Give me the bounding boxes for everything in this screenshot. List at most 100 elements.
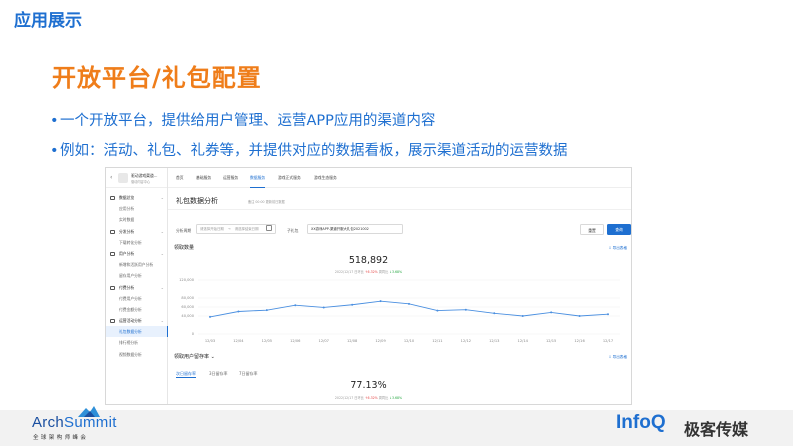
sidebar-item[interactable]: 排行榜分析 — [106, 337, 168, 348]
data-point[interactable] — [578, 315, 581, 317]
page-note: 备注 00:00 更新前日数据 — [248, 200, 285, 204]
section1-title: 领取数量 — [174, 245, 195, 251]
data-point[interactable] — [436, 309, 439, 312]
sidebar-item-label: 数据总览 — [119, 195, 135, 200]
reset-button[interactable]: 重置 — [580, 224, 604, 235]
sidebar-item-label: 应用分析 — [119, 206, 135, 212]
y-tick-label: 40,000 — [181, 314, 194, 318]
x-tick-label: 12/13 — [489, 339, 499, 343]
top-tab-bar: 首页 基础服务 运营服务 数据服务 游戏正式服务 游戏生态服务 — [168, 168, 631, 188]
back-chevron-icon[interactable]: ‹ — [110, 174, 112, 181]
chevron-down-icon: ⌄ — [160, 318, 164, 324]
gift-select[interactable]: XX游戏APP-渠道开服大礼包2021002 — [307, 224, 403, 234]
app-logo — [118, 173, 128, 183]
gift-count-value: 518,892 — [348, 255, 389, 266]
sidebar-item-label: 留存用户分析 — [119, 273, 142, 279]
data-point[interactable] — [237, 310, 240, 313]
tab-7day-retention[interactable]: 7日留存率 — [239, 371, 258, 377]
menu-group-icon — [110, 285, 115, 290]
sidebar-item-label: 排行榜分析 — [119, 340, 138, 346]
sidebar-item-label: 付费金额分析 — [119, 306, 142, 312]
range-separator: → — [227, 227, 231, 231]
headline: 开放平台/礼包配置 — [52, 64, 262, 92]
compare-date-2: 2022/12/17 — [334, 396, 354, 400]
data-point[interactable] — [265, 309, 268, 312]
sidebar-item-label: 礼包数据分析 — [119, 329, 142, 335]
wow-value-1: 3.68% — [391, 270, 403, 274]
sidebar-item[interactable]: 礼包数据分析 — [106, 326, 168, 338]
footer-bar — [0, 410, 793, 446]
x-tick-label: 12/15 — [546, 339, 556, 343]
section2-title: 领取用户留存率 ⌄ — [174, 353, 215, 360]
sidebar-group[interactable]: 付费分析 ⌄ — [106, 282, 168, 293]
tab-2[interactable]: 运营服务 — [223, 168, 238, 188]
infoq-logo: InfoQ — [616, 412, 666, 433]
data-point[interactable] — [521, 315, 524, 317]
export-label-2: 导出表格 — [612, 355, 627, 359]
sidebar-group[interactable]: 运营活动分析 ⌄ — [106, 315, 168, 326]
compare-date-1: 2022/12/17 — [334, 270, 354, 274]
wow-label-1: 周同比 — [378, 270, 389, 274]
sidebar-item[interactable]: 下载转化分析 — [106, 237, 168, 248]
calendar-icon[interactable] — [266, 225, 272, 231]
arch-prefix: Arch — [32, 414, 65, 431]
mountain-icon — [78, 406, 100, 417]
sidebar-item[interactable]: 付费金额分析 — [106, 304, 168, 315]
gift-count-compare: 2022/12/17 日环比 ↑6.32% 周同比 ↓3.68% — [106, 269, 631, 274]
tab-next-day-retention[interactable]: 次日留存率 — [176, 371, 196, 378]
export-button-1[interactable]: ⇩ 导出表格 — [608, 246, 627, 251]
x-tick-label: 12/16 — [574, 339, 585, 343]
sidebar-item-label: 实时数据 — [119, 217, 135, 223]
tab-3[interactable]: 数据服务 — [250, 168, 266, 188]
divider — [168, 209, 631, 210]
data-point[interactable] — [493, 312, 496, 315]
gift-label: 子礼包 — [287, 228, 299, 233]
x-tick-label: 12/12 — [461, 339, 471, 343]
dod-label-1: 日环比 — [354, 270, 364, 274]
data-point[interactable] — [379, 300, 382, 303]
menu-group-icon — [110, 319, 115, 324]
tab-3day-retention[interactable]: 3日留存率 — [209, 371, 228, 377]
geek-media-logo: 极客传媒 — [684, 420, 749, 439]
dod-label-2: 日环比 — [354, 396, 364, 400]
tab-1[interactable]: 基础服务 — [196, 168, 211, 188]
x-tick-label: 12/07 — [319, 339, 329, 343]
y-tick-label: 60,000 — [181, 305, 194, 309]
menu-group-icon — [110, 196, 115, 200]
wow-label-2: 周同比 — [378, 396, 389, 400]
tab-5[interactable]: 游戏生态服务 — [314, 168, 337, 188]
tab-0[interactable]: 首页 — [176, 168, 184, 188]
sidebar-item[interactable]: 视频数据分析 — [106, 349, 168, 360]
x-tick-label: 12/06 — [290, 339, 301, 343]
chevron-down-icon: ⌄ — [160, 195, 164, 200]
data-point[interactable] — [550, 311, 553, 314]
sidebar-group[interactable]: 数据总览 ⌄ — [106, 192, 168, 203]
tab-4[interactable]: 游戏正式服务 — [278, 168, 301, 188]
sidebar-item[interactable]: 应用分析 — [106, 203, 168, 214]
data-point[interactable] — [408, 302, 410, 305]
data-point[interactable] — [209, 315, 211, 318]
period-label: 分析周期 — [176, 228, 192, 233]
sidebar-item-label: 分发分析 — [119, 228, 135, 234]
data-point[interactable] — [464, 308, 467, 311]
gift-count-chart: 120,000 80,000 60,000 40,000 0 12/03 12/04 12/0… — [179, 278, 620, 343]
query-button[interactable]: 查询 — [607, 224, 631, 235]
end-date-placeholder: 请选择结束日期 — [234, 227, 259, 231]
bullet-2: •例如：活动、礼包、礼券等，并提供对应的数据看板，展示渠道活动的运营数据 — [50, 143, 568, 159]
chevron-down-icon[interactable]: ⌄ — [211, 354, 215, 360]
data-point[interactable] — [322, 306, 325, 309]
data-point[interactable] — [351, 303, 354, 306]
sidebar-item[interactable]: 实时数据 — [106, 214, 168, 225]
sidebar-item-label: 付费用户分析 — [119, 295, 142, 301]
sidebar-item-label: 付费分析 — [119, 284, 135, 290]
bullet-1-text: 一个开放平台，提供给用户管理、运营APP应用的渠道内容 — [60, 113, 436, 129]
chevron-down-icon: ⌄ — [160, 284, 164, 290]
sidebar-item[interactable]: 付费用户分析 — [106, 293, 168, 304]
data-point[interactable] — [607, 313, 609, 316]
sidebar-group[interactable]: 分发分析 ⌄ — [106, 226, 168, 237]
export-button-2[interactable]: ⇩ 导出表格 — [608, 355, 627, 360]
date-range-input[interactable]: 请选择开始日期 → 请选择结束日期 — [196, 224, 276, 234]
x-tick-label: 12/10 — [404, 339, 415, 343]
data-point[interactable] — [294, 304, 297, 307]
y-tick-label: 120,000 — [179, 278, 195, 282]
